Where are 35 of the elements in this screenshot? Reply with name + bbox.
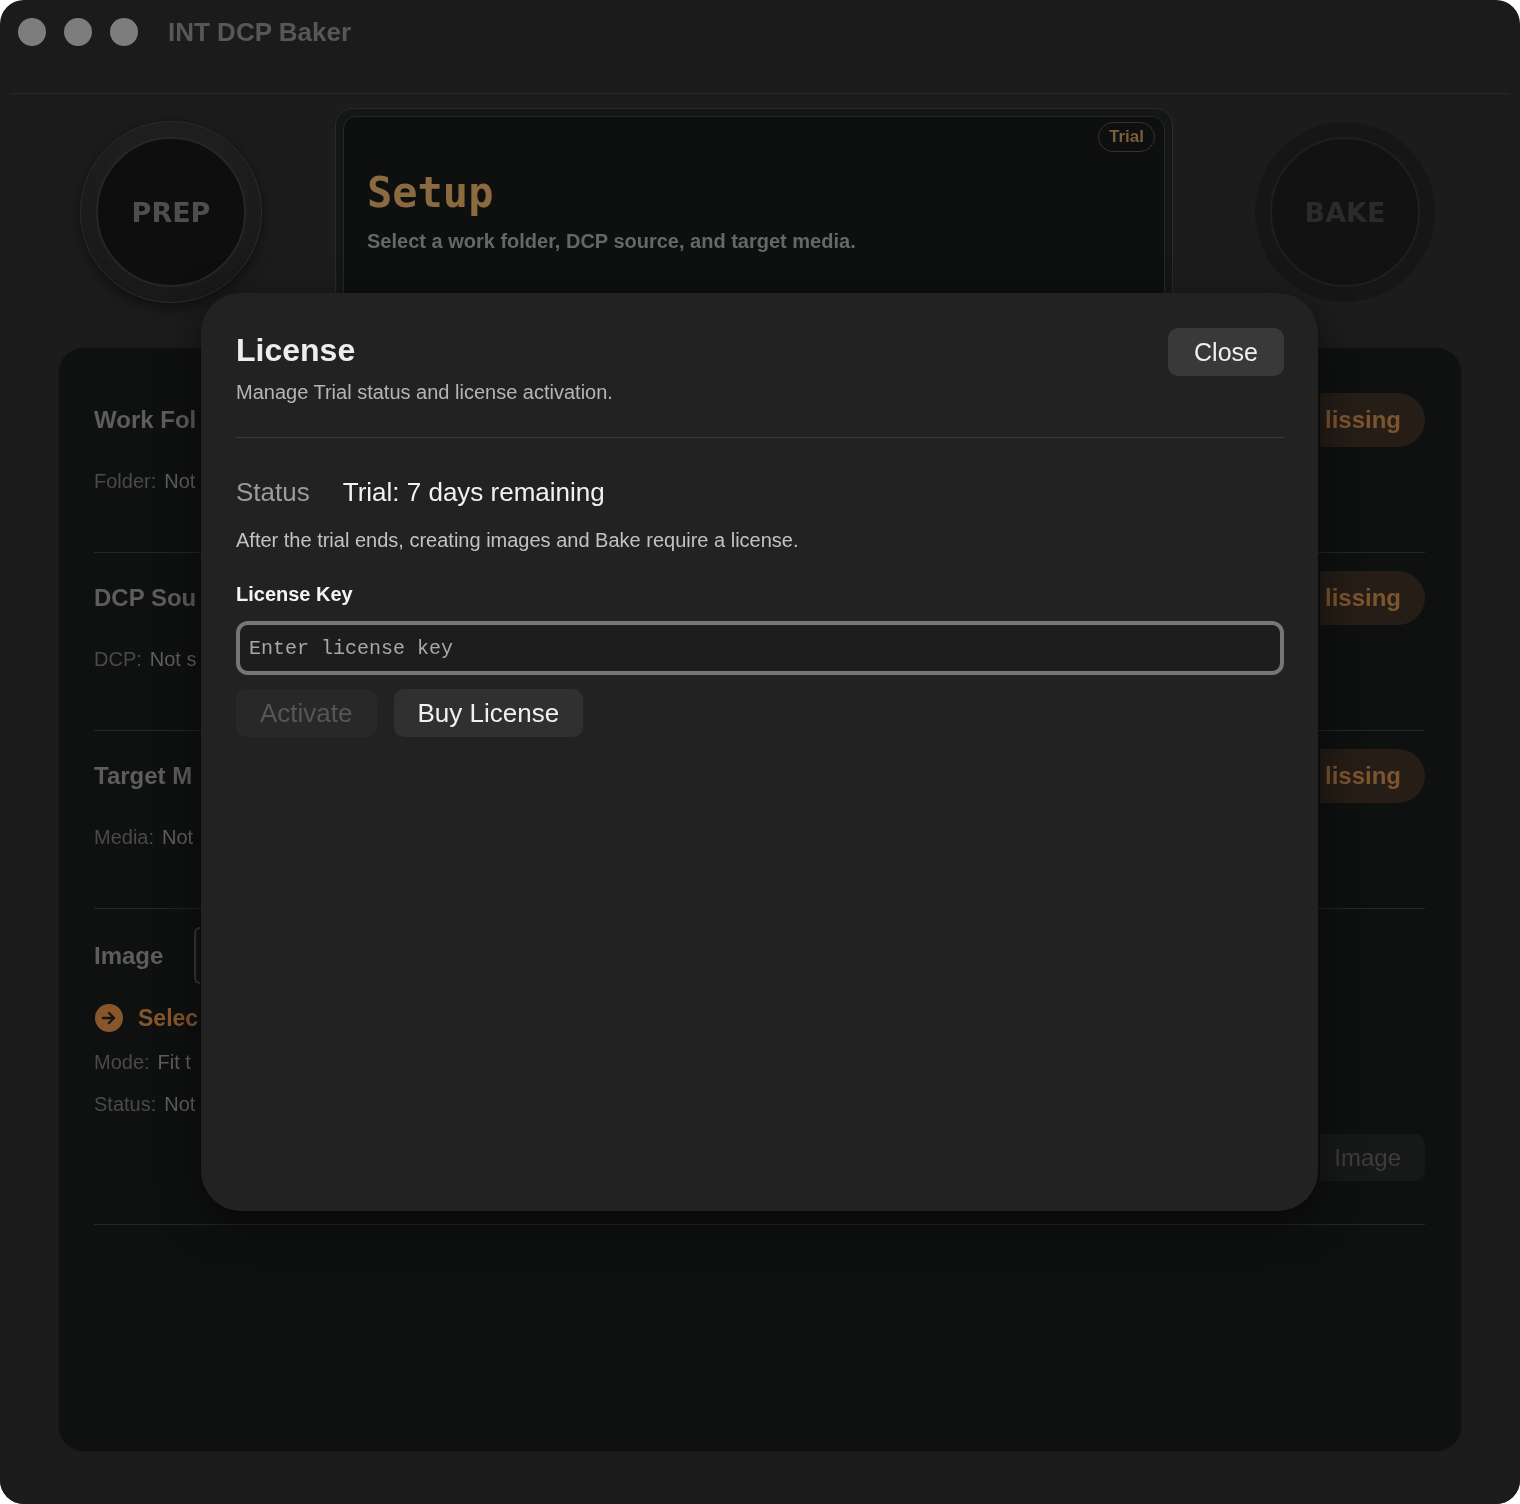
zoom-icon[interactable] xyxy=(110,18,138,46)
close-icon[interactable] xyxy=(18,18,46,46)
arrow-right-icon xyxy=(95,1004,123,1032)
key-label: License Key xyxy=(236,582,353,606)
buy-license-button[interactable]: Buy License xyxy=(393,689,584,737)
close-button[interactable]: Close xyxy=(1168,328,1284,376)
field-value: Not xyxy=(162,825,194,849)
minimize-icon[interactable] xyxy=(64,18,92,46)
sheet-title: License xyxy=(236,331,356,370)
status-badge: lissing xyxy=(1320,749,1425,803)
status-badge: lissing xyxy=(1320,393,1425,447)
field-label: Mode: xyxy=(94,1050,150,1074)
field-label: Media: xyxy=(94,825,155,849)
field-value: Not s xyxy=(149,647,197,671)
license-note: After the trial ends, creating images and Bake require a license. xyxy=(236,528,799,552)
field-label: Folder: xyxy=(94,469,157,493)
stage-title: Setup xyxy=(367,167,494,219)
section-title: Target M xyxy=(94,762,193,790)
action-link[interactable]: Selec xyxy=(138,1004,199,1032)
field-label: Status: xyxy=(94,1092,157,1116)
section-title: DCP Sou xyxy=(94,584,197,612)
stage-subtitle: Select a work folder, DCP source, and target media. xyxy=(367,229,856,254)
status-label: Status xyxy=(236,476,310,509)
field-value: Fit t xyxy=(157,1050,191,1074)
prep-button[interactable]: PREP xyxy=(80,121,262,303)
section-title: Image xyxy=(94,941,164,970)
section-title: Work Fol xyxy=(94,406,197,434)
sheet-subtitle: Manage Trial status and license activation. xyxy=(236,380,613,404)
field-value: Not xyxy=(164,1092,196,1116)
license-key-field[interactable]: Enter license key xyxy=(236,621,1284,675)
field-value: Not xyxy=(164,469,196,493)
field-label: DCP: xyxy=(94,647,142,671)
status-value: Trial: 7 days remaining xyxy=(342,476,605,509)
window-title: INT DCP Baker xyxy=(168,18,352,46)
status-badge: lissing xyxy=(1320,571,1425,625)
